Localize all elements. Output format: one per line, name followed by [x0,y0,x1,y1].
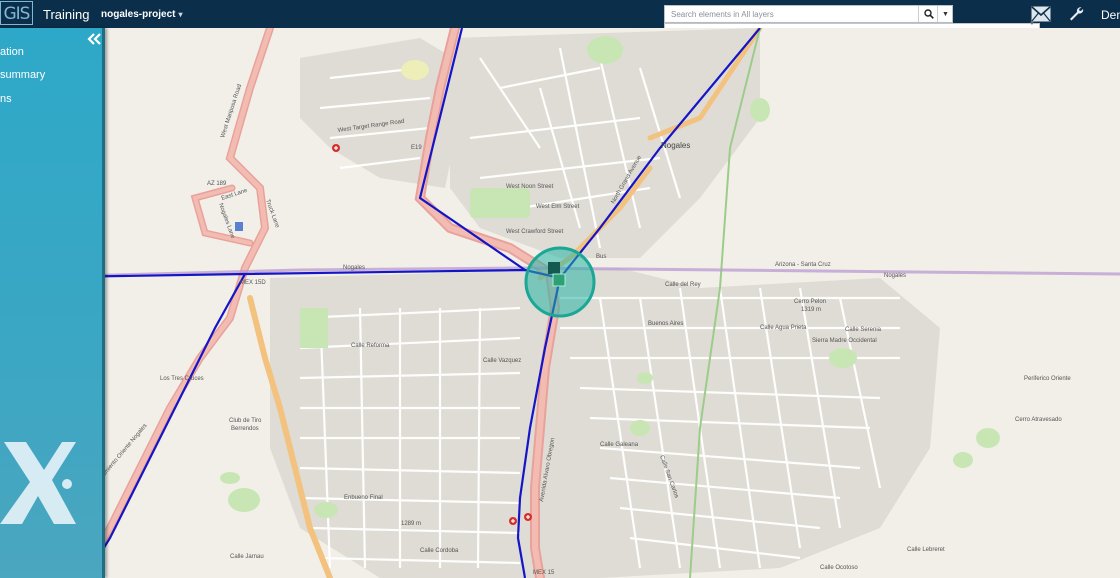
label-mex15d: MEX 15D [240,280,266,286]
label-calle-jarnau: Calle Jarnau [230,554,264,560]
label-calle-cordoba: Calle Cordoba [420,548,459,554]
label-periferico-oriente: Periferico Oriente [1024,376,1071,382]
label-west-crawford-street: West Crawford Street [506,229,564,235]
label-calle-agua-prieta: Calle Agua Prieta [760,325,807,331]
sidebar-item-0[interactable]: ation [0,46,24,58]
selected-feature-marker [524,246,596,318]
caret-down-icon: ▼ [1029,21,1035,27]
label-nogales-border-east: Nogales [884,273,906,279]
label-calle-lebreret: Calle Lebreret [907,547,945,553]
label-los-tres-cruces: Los Tres Cruces [160,376,204,382]
label-berrendos: Berrendos [231,426,259,432]
side-panel: ation summary ns [0,28,105,578]
label-calle-ocotoso: Calle Ocotoso [820,565,858,571]
chevron-down-icon: ▾ [178,10,183,19]
search-icon [923,9,934,19]
label-elev-1289: 1289 m [401,521,421,527]
label-sierra-madre: Sierra Madre Occidental [812,338,877,344]
double-chevron-left-icon[interactable] [87,32,101,50]
label-cerro-atravesado: Cerro Atravesado [1015,417,1062,423]
label-calle-reforma: Calle Reforma [351,343,390,349]
label-nogales-border: Nogales [343,265,365,271]
label-arizona-santa-cruz: Arizona - Santa Cruz [775,262,831,268]
label-nogales-town: Nogales [661,141,690,150]
label-e19: E19 [411,145,422,151]
label-calle-vazquez: Calle Vazquez [483,358,521,364]
project-selector[interactable]: nogales-project ▾ [101,9,182,20]
user-menu[interactable]: Dem [1101,8,1120,22]
label-club-de-tiro: Club de Tiro [229,418,262,424]
label-cerro-pelon-elev: 1319 m [801,307,821,313]
search-button[interactable] [918,6,938,22]
search-input[interactable] [665,6,917,22]
label-cerro-pelon: Cerro Pelon [794,299,826,305]
label-buenos-aires: Buenos Aires [648,321,683,327]
wrench-icon[interactable] [1068,5,1084,26]
layer-search-box: ▼ [664,5,953,23]
label-embueno-final: Enbueno Final [344,495,383,501]
label-calle-galeana: Calle Galeana [600,442,639,448]
label-mex15: MEX 15 [533,570,555,576]
sidebar-item-1[interactable]: summary [0,69,45,81]
caret-down-icon: ▼ [942,10,949,18]
label-bus: Bus [596,254,606,260]
label-az189: AZ 189 [207,181,227,187]
sidebar-item-2[interactable]: ns [0,93,12,105]
label-west-noon-street: West Noon Street [506,184,554,190]
label-west-elm-street: West Elm Street [536,204,580,210]
label-calle-del-rey: Calle del Rey [665,282,701,288]
brand-mark-logo [0,440,80,535]
app-title[interactable]: Training [43,7,89,22]
search-scope-dropdown[interactable]: ▼ [937,6,953,22]
map-canvas[interactable]: West Target Range Road West Mariposa Roa… [0,28,1120,578]
label-calle-serenia: Calle Serenia [845,327,882,333]
sidebar-divider [102,28,105,578]
app-logo[interactable]: GIS [0,1,33,25]
project-name: nogales-project [101,9,176,20]
